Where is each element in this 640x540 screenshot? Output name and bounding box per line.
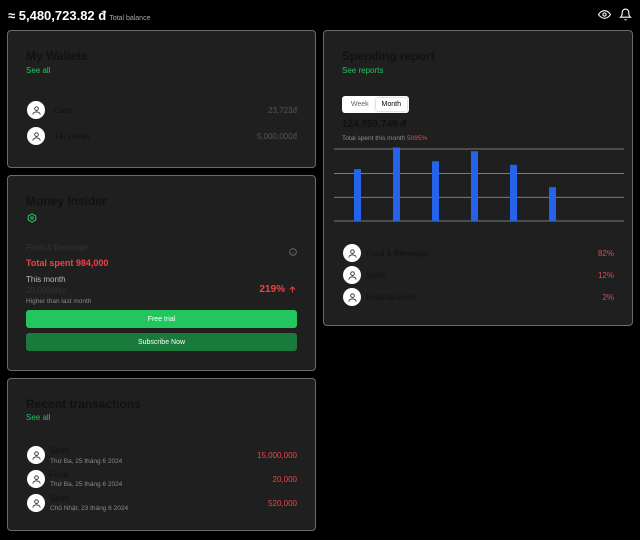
category-percent: 2% (602, 293, 614, 302)
category-name: Food & Beverage (366, 249, 429, 258)
transactions-card: Recent transactions See all Sport Thứ Ba… (7, 378, 316, 531)
user-icon (343, 288, 361, 306)
user-icon (27, 446, 45, 464)
user-icon (27, 470, 45, 488)
wallet-name: Cash (54, 106, 73, 115)
category-percent: 82% (597, 249, 614, 258)
comparison-text: Higher than last month (26, 298, 92, 305)
total-spent: Total spent 984,000 (26, 258, 109, 268)
total-balance: ≈ 5,480,723.82 đ Total balance (8, 8, 150, 23)
top-bar: ≈ 5,480,723.82 đ Total balance (0, 0, 640, 28)
transaction-name: Sport (50, 446, 70, 455)
tab-week[interactable]: Week (344, 98, 376, 111)
money-insider-card: Money Insider Food & Beverage Total spen… (7, 175, 316, 371)
user-icon (343, 244, 361, 262)
wallet-amount: 5,000,000đ (256, 132, 297, 141)
transaction-amount: 20,000 (272, 475, 297, 484)
chart-bar (354, 169, 361, 221)
wallet-name: Tài khoản (54, 132, 90, 141)
chart-bar (432, 161, 439, 221)
percent-change: 219% (259, 284, 297, 295)
wallets-card: My Wallets See all Cash 23,723đ Tài khoả… (7, 30, 316, 168)
report-total: 124,050,749 đ (342, 119, 407, 130)
info-icon[interactable] (289, 243, 297, 256)
see-reports-link[interactable]: See reports (342, 66, 383, 75)
user-icon (27, 127, 45, 145)
transaction-date: Chủ Nhật, 23 tháng 6 2024 (50, 505, 129, 512)
wallets-title: My Wallets (26, 49, 88, 63)
user-icon (27, 494, 45, 512)
bell-icon[interactable] (619, 8, 632, 21)
user-icon (343, 266, 361, 284)
transaction-date: Thứ Ba, 25 tháng 6 2024 (50, 458, 123, 465)
eye-icon[interactable] (598, 8, 611, 21)
spending-report-card: Spending report See reports Week Month 1… (323, 30, 633, 326)
user-icon (27, 101, 45, 119)
wallets-see-all-link[interactable]: See all (26, 66, 50, 75)
transactions-see-all-link[interactable]: See all (26, 413, 50, 422)
category-percent: 12% (597, 271, 614, 280)
insider-category: Food & Beverage (26, 243, 89, 252)
wallet-amount: 23,723đ (268, 106, 297, 115)
hexagon-icon (27, 210, 37, 223)
total-change: 5095% (407, 135, 428, 142)
chart-bar (510, 164, 517, 221)
percent-value: 219% (259, 284, 285, 295)
spending-bar-chart (334, 147, 624, 222)
category-name: Entertainment (366, 293, 416, 302)
chart-bar (393, 147, 400, 221)
transaction-name: Food (50, 470, 69, 479)
top-actions (598, 8, 632, 21)
this-month-label: This month (26, 275, 66, 284)
balance-caption: Total balance (109, 15, 151, 22)
transaction-amount: 15,000,000 (256, 451, 297, 460)
category-name: Sport (366, 271, 386, 280)
insider-title: Money Insider (26, 194, 107, 208)
transaction-name: Sport (50, 494, 70, 503)
report-title: Spending report (342, 49, 435, 63)
per-day-value: 28,000/day (26, 286, 66, 295)
transactions-title: Recent transactions (26, 397, 141, 411)
balance-amount: ≈ 5,480,723.82 đ (8, 8, 107, 23)
chart-bar (549, 187, 556, 221)
chart-bar (471, 151, 478, 221)
tab-month[interactable]: Month (375, 98, 407, 111)
period-toggle: Week Month (342, 96, 409, 113)
transaction-date: Thứ Ba, 25 tháng 6 2024 (50, 481, 123, 488)
arrow-up-icon (289, 286, 296, 293)
subscribe-now-button[interactable]: Subscribe Now (26, 333, 297, 351)
total-caption-text: Total spent this month (342, 135, 406, 142)
free-trial-button[interactable]: Free trial (26, 310, 297, 328)
report-total-caption: Total spent this month 5095% (342, 135, 427, 142)
transaction-amount: 520,000 (268, 499, 297, 508)
